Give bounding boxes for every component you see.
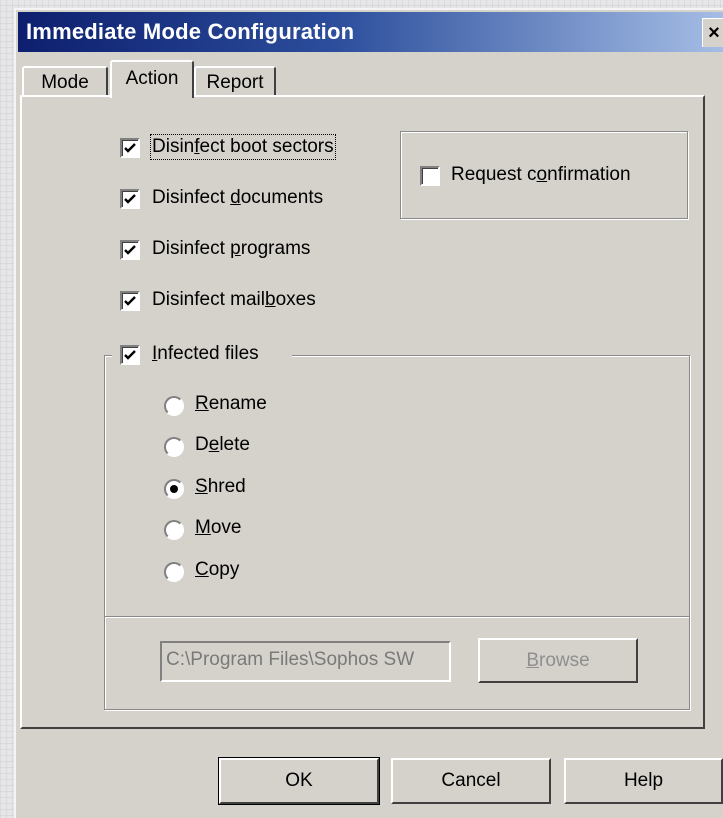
tab-action[interactable]: Action (110, 60, 194, 98)
move-label[interactable]: Move (195, 517, 241, 539)
move-radio[interactable] (164, 520, 184, 540)
cancel-button[interactable]: Cancel (391, 758, 551, 804)
copy-radio[interactable] (164, 562, 184, 582)
disinfect-mailboxes-label[interactable]: Disinfect mailboxes (152, 289, 316, 311)
tab-report[interactable]: Report (194, 66, 276, 96)
group-divider (105, 616, 689, 618)
request-confirmation-label[interactable]: Request confirmation (451, 164, 631, 186)
infected-files-label[interactable]: Infected files (152, 343, 259, 365)
disinfect-documents-checkbox[interactable] (120, 189, 140, 209)
shred-label[interactable]: Shred (195, 476, 246, 498)
disinfect-programs-checkbox[interactable] (120, 240, 140, 260)
infected-files-checkbox[interactable] (120, 345, 140, 365)
disinfect-programs-label[interactable]: Disinfect programs (152, 238, 310, 260)
request-confirmation-checkbox[interactable] (420, 166, 440, 186)
help-button[interactable]: Help (564, 758, 723, 804)
rename-radio[interactable] (164, 396, 184, 416)
disinfect-boot-sectors-checkbox[interactable] (120, 138, 140, 158)
browse-button[interactable]: Browse (478, 638, 638, 683)
checkmark-icon (124, 350, 136, 360)
copy-label[interactable]: Copy (195, 559, 239, 581)
checkmark-icon (124, 245, 136, 255)
delete-radio[interactable] (164, 437, 184, 457)
checkmark-icon (124, 143, 136, 153)
close-icon: × (708, 21, 720, 44)
tab-mode-label: Mode (41, 72, 89, 93)
destination-path-field[interactable]: C:\Program Files\Sophos SW (160, 641, 451, 682)
checkmark-icon (124, 194, 136, 204)
disinfect-documents-label[interactable]: Disinfect documents (152, 187, 323, 209)
checkmark-icon (124, 296, 136, 306)
tab-mode[interactable]: Mode (22, 66, 108, 96)
shred-radio[interactable] (164, 479, 184, 499)
window-title: Immediate Mode Configuration (26, 19, 355, 44)
delete-label[interactable]: Delete (195, 434, 250, 456)
close-button[interactable]: × (702, 18, 723, 47)
title-bar[interactable]: Immediate Mode Configuration × (18, 12, 723, 52)
tab-action-label: Action (125, 68, 179, 89)
rename-label[interactable]: Rename (195, 393, 267, 415)
tab-report-label: Report (206, 72, 264, 93)
ok-button[interactable]: OK (218, 757, 380, 805)
radio-selected-dot (170, 485, 178, 493)
disinfect-mailboxes-checkbox[interactable] (120, 291, 140, 311)
disinfect-boot-sectors-label[interactable]: Disinfect boot sectors (150, 134, 336, 160)
